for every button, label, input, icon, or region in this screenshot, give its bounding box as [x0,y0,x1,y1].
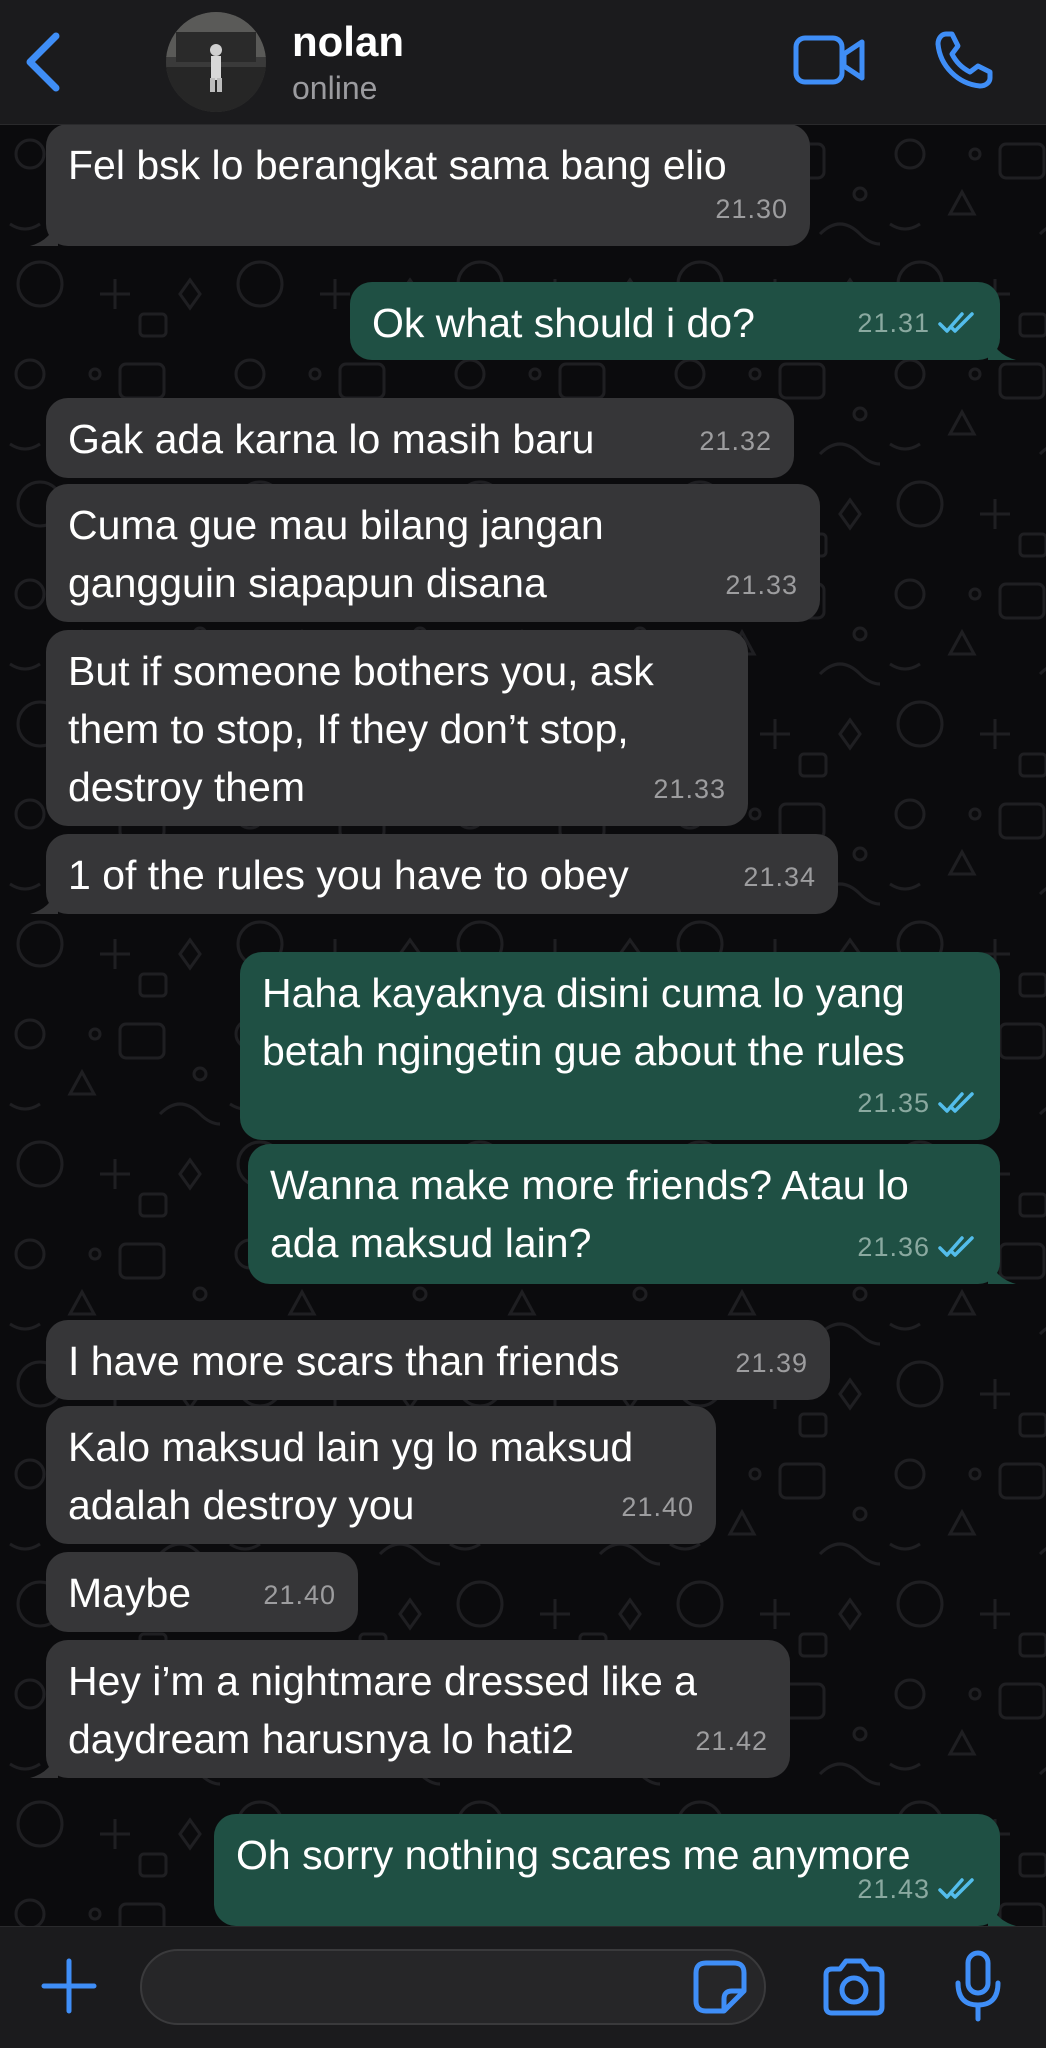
message-text: Fel bsk lo berangkat sama bang elio [68,142,727,188]
contact-name[interactable]: nolan [292,18,404,66]
outgoing-message[interactable]: Ok what should i do? 21.31 [350,282,1016,360]
message-time: 21.35 [857,1088,930,1118]
incoming-message[interactable]: Gak ada karna lo masih baru 21.32 [46,398,794,478]
message-meta: 21.42 [695,1712,768,1770]
chat-screen: nolan online Fel bsk lo berangkat sama b… [0,0,1046,2048]
outgoing-message[interactable]: Wanna make more friends? Atau lo ada mak… [248,1144,1016,1284]
bubble-tail [988,1898,1016,1926]
back-button[interactable] [18,30,68,94]
message-time: 21.33 [725,570,798,600]
message-meta: 21.39 [735,1334,808,1392]
incoming-message[interactable]: I have more scars than friends 21.39 [46,1320,830,1400]
message-meta: 21.36 [857,1218,976,1276]
incoming-message[interactable]: Kalo maksud lain yg lo maksud adalah des… [46,1406,716,1544]
message-meta: 21.33 [725,556,798,614]
message-meta: 21.30 [715,180,788,238]
voice-call-button[interactable] [932,28,994,92]
attach-button[interactable] [36,1953,102,2019]
message-time: 21.40 [263,1580,336,1610]
read-receipt-icon [938,312,974,333]
message-time: 21.39 [735,1348,808,1378]
bubble-tail [988,1256,1016,1284]
phone-icon [935,31,993,89]
incoming-message[interactable]: Hey i’m a nightmare dressed like a daydr… [30,1640,790,1778]
plus-icon [41,1958,97,2014]
camera-icon [823,1958,885,2016]
bubble-tail [30,886,58,914]
video-camera-icon [793,35,865,85]
message-meta: 21.35 [857,1074,976,1132]
message-time: 21.31 [857,308,930,338]
message-meta: 21.31 [857,294,976,352]
bubble-tail [30,218,58,246]
bubble-tail [30,1750,58,1778]
message-time: 21.33 [653,774,726,804]
message-meta: 21.32 [699,412,772,470]
message-text: But if someone bothers you, ask them to … [68,648,654,810]
read-receipt-icon [938,1878,974,1899]
message-meta: 21.43 [857,1860,976,1918]
message-meta: 21.33 [653,760,726,818]
bubble-tail [988,332,1016,360]
incoming-message[interactable]: 1 of the rules you have to obey 21.34 [30,834,838,914]
message-time: 21.34 [743,862,816,892]
chat-header: nolan online [0,0,1046,125]
contact-status: online [292,70,378,106]
incoming-message[interactable]: Fel bsk lo berangkat sama bang elio 21.30 [30,124,810,246]
message-text: Kalo maksud lain yg lo maksud adalah des… [68,1424,634,1528]
message-time: 21.40 [621,1492,694,1522]
message-time: 21.36 [857,1232,930,1262]
avatar[interactable] [166,12,266,112]
incoming-message[interactable]: Maybe 21.40 [46,1552,358,1632]
message-input[interactable] [140,1949,766,2025]
message-time: 21.42 [695,1726,768,1756]
read-receipt-icon [938,1092,974,1113]
message-meta: 21.40 [621,1478,694,1536]
chevron-left-icon [26,32,60,92]
message-text: Gak ada karna lo masih baru [68,416,595,462]
voice-message-button[interactable] [954,1949,1002,2025]
message-meta: 21.40 [263,1566,336,1624]
message-meta: 21.34 [743,848,816,906]
incoming-message[interactable]: But if someone bothers you, ask them to … [46,630,748,826]
sticker-button[interactable] [692,1959,748,2015]
outgoing-message[interactable]: Oh sorry nothing scares me anymore 21.43 [214,1814,1016,1926]
video-call-button[interactable] [792,30,866,90]
message-time: 21.43 [857,1874,930,1904]
incoming-message[interactable]: Cuma gue mau bilang jangan gangguin siap… [46,484,820,622]
message-time: 21.32 [699,426,772,456]
microphone-icon [955,1950,1001,2022]
message-text: I have more scars than friends [68,1338,620,1384]
composer-bar [0,1926,1046,2048]
camera-button[interactable] [820,1957,888,2017]
message-list[interactable]: Fel bsk lo berangkat sama bang elio 21.30… [0,124,1046,1926]
outgoing-message[interactable]: Haha kayaknya disini cuma lo yang betah … [240,952,1000,1140]
read-receipt-icon [938,1236,974,1257]
sticker-icon [693,1960,747,2014]
message-text: Hey i’m a nightmare dressed like a daydr… [68,1658,697,1762]
message-text: 1 of the rules you have to obey [68,852,629,898]
message-text: Cuma gue mau bilang jangan gangguin siap… [68,502,604,606]
message-time: 21.30 [715,194,788,224]
message-text: Haha kayaknya disini cuma lo yang betah … [262,970,905,1074]
